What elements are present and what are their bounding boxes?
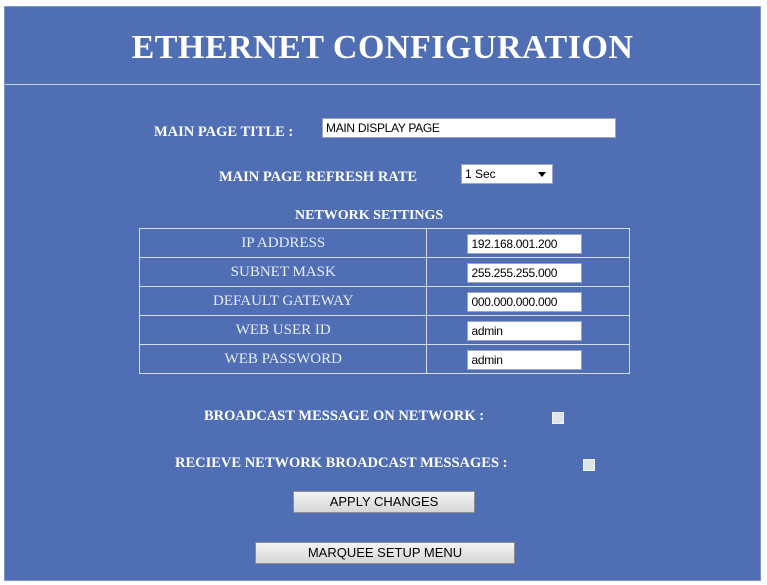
page-title: ETHERNET CONFIGURATION — [131, 29, 634, 66]
ethernet-config-panel: ETHERNET CONFIGURATION MAIN PAGE TITLE :… — [4, 6, 761, 581]
subnet-mask-input[interactable] — [467, 263, 583, 283]
ip-address-label: IP ADDRESS — [138, 228, 428, 258]
broadcast-send-checkbox[interactable] — [552, 412, 564, 424]
network-settings-heading: NETWORK SETTINGS — [295, 208, 444, 223]
table-row: DEFAULT GATEWAY — [138, 286, 630, 316]
ip-address-input[interactable] — [467, 234, 583, 254]
main-page-title-label: MAIN PAGE TITLE : — [154, 124, 294, 140]
default-gateway-input[interactable] — [467, 292, 583, 312]
refresh-rate-selected-value: 1 Sec — [465, 167, 496, 181]
table-row: WEB PASSWORD — [138, 344, 630, 374]
broadcast-receive-label: RECIEVE NETWORK BROADCAST MESSAGES : — [175, 455, 508, 471]
refresh-rate-label: MAIN PAGE REFRESH RATE — [219, 169, 418, 185]
network-settings-table: IP ADDRESS SUBNET MASK DEFAULT GATEWAY W… — [138, 228, 630, 374]
refresh-rate-select[interactable]: 1 Sec — [461, 164, 553, 184]
table-row: SUBNET MASK — [138, 257, 630, 287]
title-divider — [5, 84, 760, 85]
web-user-id-label: WEB USER ID — [138, 315, 428, 345]
table-row: WEB USER ID — [138, 315, 630, 345]
web-user-id-input[interactable] — [467, 321, 583, 341]
broadcast-send-label: BROADCAST MESSAGE ON NETWORK : — [204, 408, 485, 424]
marquee-setup-button[interactable]: MARQUEE SETUP MENU — [255, 542, 515, 564]
chevron-down-icon — [538, 172, 546, 177]
broadcast-receive-checkbox[interactable] — [583, 459, 595, 471]
main-page-title-input[interactable] — [322, 118, 616, 138]
web-password-input[interactable] — [467, 350, 583, 370]
default-gateway-label: DEFAULT GATEWAY — [138, 286, 428, 316]
web-password-label: WEB PASSWORD — [138, 344, 428, 374]
apply-changes-button[interactable]: APPLY CHANGES — [293, 491, 475, 513]
subnet-mask-label: SUBNET MASK — [138, 257, 428, 287]
table-row: IP ADDRESS — [138, 228, 630, 258]
